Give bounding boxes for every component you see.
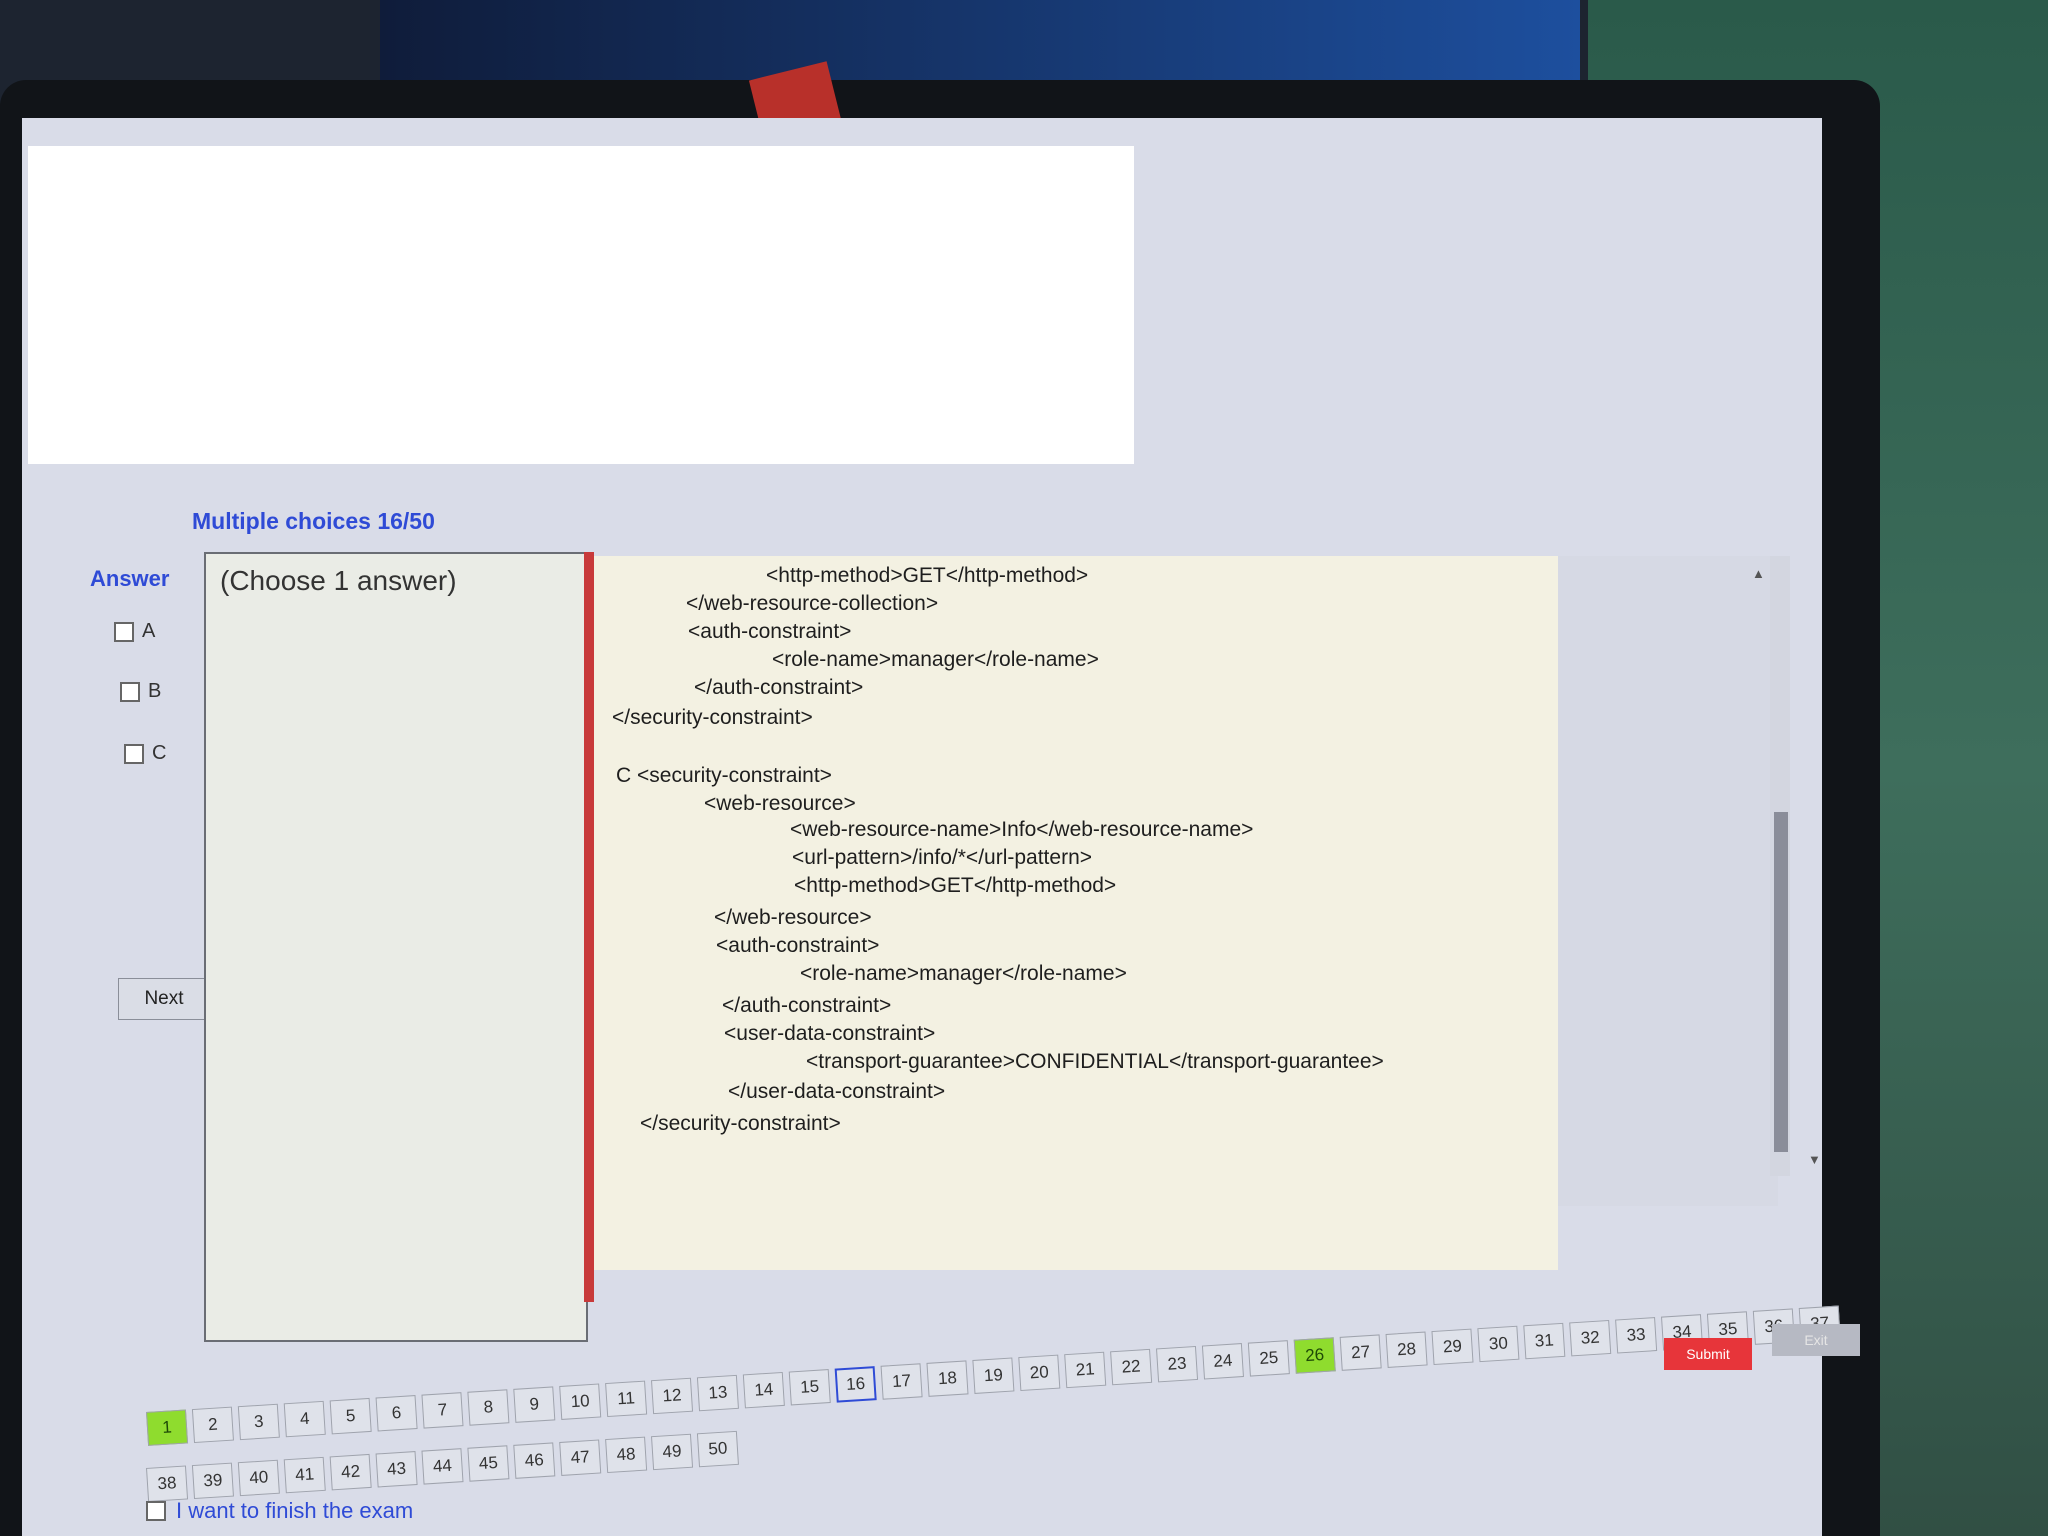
option-b-checkbox[interactable] [120,681,140,702]
code-panel: <http-method>GET</http-method> </web-res… [594,556,1558,1270]
question-nav-24[interactable]: 24 [1201,1343,1244,1380]
scroll-up-icon[interactable]: ▲ [1752,566,1765,581]
code-line: </security-constraint> [612,706,813,729]
code-line: <auth-constraint> [688,620,852,643]
question-nav-6[interactable]: 6 [375,1395,418,1432]
question-nav-43[interactable]: 43 [375,1451,418,1488]
option-a[interactable]: A [114,620,155,643]
question-instruction: (Choose 1 answer) [220,565,457,596]
question-nav-21[interactable]: 21 [1064,1351,1107,1389]
exit-button[interactable]: Exit [1772,1324,1860,1356]
question-counter: Multiple choices 16/50 [192,508,435,534]
question-nav-40[interactable]: 40 [237,1459,280,1497]
question-nav-2[interactable]: 2 [191,1406,234,1444]
question-nav-18[interactable]: 18 [926,1360,969,1397]
question-nav-3[interactable]: 3 [237,1403,280,1441]
question-nav-41[interactable]: 41 [283,1456,326,1494]
question-nav-31[interactable]: 31 [1523,1322,1566,1360]
question-nav-9[interactable]: 9 [513,1386,556,1423]
question-nav-7[interactable]: 7 [421,1392,464,1429]
submit-button[interactable]: Submit [1664,1338,1752,1370]
question-nav-8[interactable]: 8 [467,1389,510,1426]
question-nav-30[interactable]: 30 [1477,1325,1520,1363]
code-line: <http-method>GET</http-method> [794,874,1117,897]
code-line: </user-data-constraint> [728,1080,946,1103]
question-nav-25[interactable]: 25 [1247,1340,1290,1377]
question-nav-13[interactable]: 13 [696,1374,739,1412]
code-line: </auth-constraint> [722,994,892,1017]
next-button[interactable]: Next [118,978,210,1020]
question-nav-27[interactable]: 27 [1339,1334,1382,1371]
question-nav-4[interactable]: 4 [283,1400,326,1438]
code-line: <role-name>manager</role-name> [772,648,1099,671]
option-c[interactable]: C [124,742,166,765]
code-line: </web-resource-collection> [686,592,939,615]
code-line: </auth-constraint> [694,676,864,699]
code-line: <transport-guarantee>CONFIDENTIAL</trans… [806,1050,1384,1073]
question-nav-16[interactable]: 16 [834,1366,877,1403]
question-nav-46[interactable]: 46 [513,1442,556,1479]
question-nav-5[interactable]: 5 [329,1397,372,1435]
question-nav-1[interactable]: 1 [146,1409,189,1446]
option-a-checkbox[interactable] [114,621,134,642]
question-nav-10[interactable]: 10 [559,1383,602,1420]
question-nav-26[interactable]: 26 [1293,1337,1336,1374]
redacted-area [28,146,1134,464]
option-a-label: A [142,620,156,642]
code-line: </web-resource> [714,906,872,929]
question-nav-42[interactable]: 42 [329,1453,372,1491]
code-line: </security-constraint> [640,1112,841,1135]
question-nav-39[interactable]: 39 [191,1462,234,1500]
question-nav-32[interactable]: 32 [1569,1319,1612,1357]
question-nav-19[interactable]: 19 [972,1357,1015,1394]
question-nav-15[interactable]: 15 [788,1369,831,1406]
question-nav-48[interactable]: 48 [605,1436,648,1474]
scrollbar-thumb[interactable] [1774,812,1788,1152]
finish-exam-option[interactable]: I want to finish the exam [146,1498,413,1524]
option-b-label: B [148,680,162,702]
question-nav-28[interactable]: 28 [1385,1331,1428,1368]
option-c-checkbox[interactable] [124,743,144,764]
code-line: <web-resource-name>Info</web-resource-na… [790,818,1254,841]
option-b[interactable]: B [120,680,161,703]
question-nav-44[interactable]: 44 [421,1448,464,1485]
scroll-down-icon[interactable]: ▼ [1808,1152,1821,1167]
code-line: <user-data-constraint> [724,1022,936,1045]
option-c-label: C [152,742,167,764]
code-line: <url-pattern>/info/*</url-pattern> [792,846,1093,869]
code-line: <role-name>manager</role-name> [800,962,1127,985]
question-nav-23[interactable]: 23 [1156,1345,1199,1383]
answer-blank-area [1558,556,1778,1206]
code-line: <http-method>GET</http-method> [766,564,1089,587]
question-nav-45[interactable]: 45 [467,1445,510,1482]
question-instruction-panel: (Choose 1 answer) [204,552,588,1342]
code-line: <web-resource> [704,792,856,815]
question-nav-12[interactable]: 12 [651,1377,694,1415]
code-line: <auth-constraint> [716,934,880,957]
question-nav-29[interactable]: 29 [1431,1328,1474,1366]
question-nav-22[interactable]: 22 [1110,1348,1153,1386]
question-nav-17[interactable]: 17 [880,1363,923,1400]
question-nav-14[interactable]: 14 [742,1371,785,1409]
question-nav-11[interactable]: 11 [605,1380,648,1418]
question-nav-38[interactable]: 38 [146,1465,189,1502]
question-nav-20[interactable]: 20 [1018,1354,1061,1392]
finish-exam-checkbox[interactable] [146,1501,166,1521]
panel-divider[interactable] [584,552,594,1302]
question-nav-49[interactable]: 49 [651,1433,694,1471]
question-nav-33[interactable]: 33 [1615,1317,1658,1354]
question-nav-47[interactable]: 47 [559,1439,602,1476]
question-nav-50[interactable]: 50 [696,1430,739,1468]
code-line: C <security-constraint> [616,764,832,787]
answer-label: Answer [90,566,170,591]
finish-exam-label: I want to finish the exam [176,1498,414,1523]
